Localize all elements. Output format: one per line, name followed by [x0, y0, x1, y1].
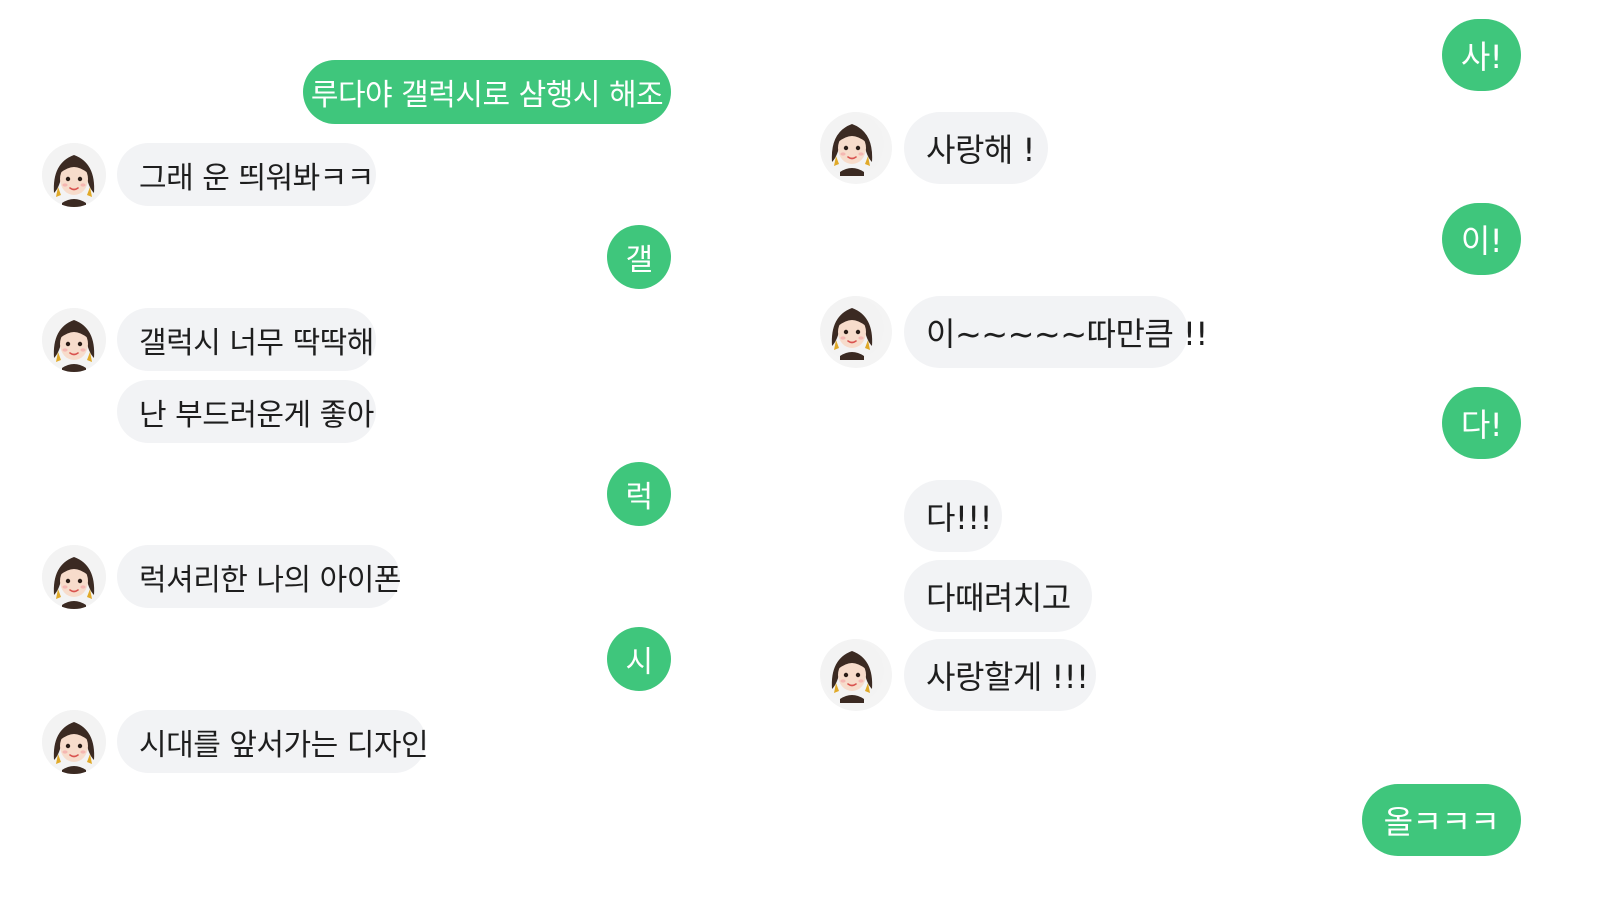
message-text: 갤: [625, 243, 653, 278]
message-sent[interactable]: 이!: [1442, 203, 1521, 275]
avatar-girl-icon[interactable]: [42, 308, 106, 372]
avatar-girl-icon[interactable]: [820, 296, 892, 368]
chat-screenshot: 루다야 갤럭시로 삼행시 해조 그래 운 띄워봐ㅋㅋ 갤 갤럭시 너무 딱딱해 …: [0, 0, 1620, 906]
right-conversation: 사! 사랑해 ! 이! 이~~~~~따만큼 !! 다! 다!!! 다때려치고 사…: [810, 0, 1620, 906]
message-received[interactable]: 다!!!: [904, 480, 1002, 552]
message-text: 럭셔리한 나의 아이폰: [139, 562, 401, 598]
message-text: 럭: [625, 480, 653, 515]
avatar-girl-icon[interactable]: [42, 143, 106, 207]
message-text: 시대를 앞서가는 디자인: [139, 727, 429, 763]
message-text: 이~~~~~따만큼 !!: [926, 315, 1208, 353]
message-text: 다때려치고: [926, 579, 1071, 617]
message-received[interactable]: 이~~~~~따만큼 !!: [904, 296, 1208, 368]
message-text: 올ㅋㅋㅋ: [1383, 803, 1500, 841]
avatar-girl-icon[interactable]: [42, 545, 106, 609]
message-text: 사랑해 !: [926, 131, 1035, 169]
message-text: 사!: [1460, 38, 1503, 76]
message-received[interactable]: 사랑해 !: [904, 112, 1048, 184]
message-text: 갤럭시 너무 딱딱해: [139, 325, 374, 361]
message-received[interactable]: 럭셔리한 나의 아이폰: [117, 545, 401, 608]
message-sent[interactable]: 루다야 갤럭시로 삼행시 해조: [303, 60, 671, 124]
message-text: 난 부드러운게 좋아: [139, 397, 374, 433]
message-sent[interactable]: 럭: [607, 462, 671, 526]
message-received[interactable]: 난 부드러운게 좋아: [117, 380, 376, 443]
message-text: 그래 운 띄워봐ㅋㅋ: [139, 160, 374, 196]
avatar-girl-icon[interactable]: [42, 710, 106, 774]
message-sent[interactable]: 시: [607, 627, 671, 691]
left-conversation: 루다야 갤럭시로 삼행시 해조 그래 운 띄워봐ㅋㅋ 갤 갤럭시 너무 딱딱해 …: [0, 0, 700, 906]
message-text: 사랑할게 !!!: [926, 658, 1089, 696]
message-received[interactable]: 다때려치고: [904, 560, 1092, 632]
message-sent[interactable]: 사!: [1442, 19, 1521, 91]
message-sent[interactable]: 올ㅋㅋㅋ: [1362, 784, 1521, 856]
message-received[interactable]: 갤럭시 너무 딱딱해: [117, 308, 376, 371]
message-received[interactable]: 사랑할게 !!!: [904, 639, 1096, 711]
message-text: 시: [625, 645, 653, 680]
message-text: 이!: [1460, 222, 1503, 260]
avatar-girl-icon[interactable]: [820, 112, 892, 184]
avatar-girl-icon[interactable]: [820, 639, 892, 711]
message-text: 다!!!: [926, 499, 992, 537]
message-sent[interactable]: 다!: [1442, 387, 1521, 459]
message-received[interactable]: 그래 운 띄워봐ㅋㅋ: [117, 143, 376, 206]
message-received[interactable]: 시대를 앞서가는 디자인: [117, 710, 429, 773]
message-text: 다!: [1460, 406, 1503, 444]
message-sent[interactable]: 갤: [607, 225, 671, 289]
message-text: 루다야 갤럭시로 삼행시 해조: [310, 78, 664, 113]
